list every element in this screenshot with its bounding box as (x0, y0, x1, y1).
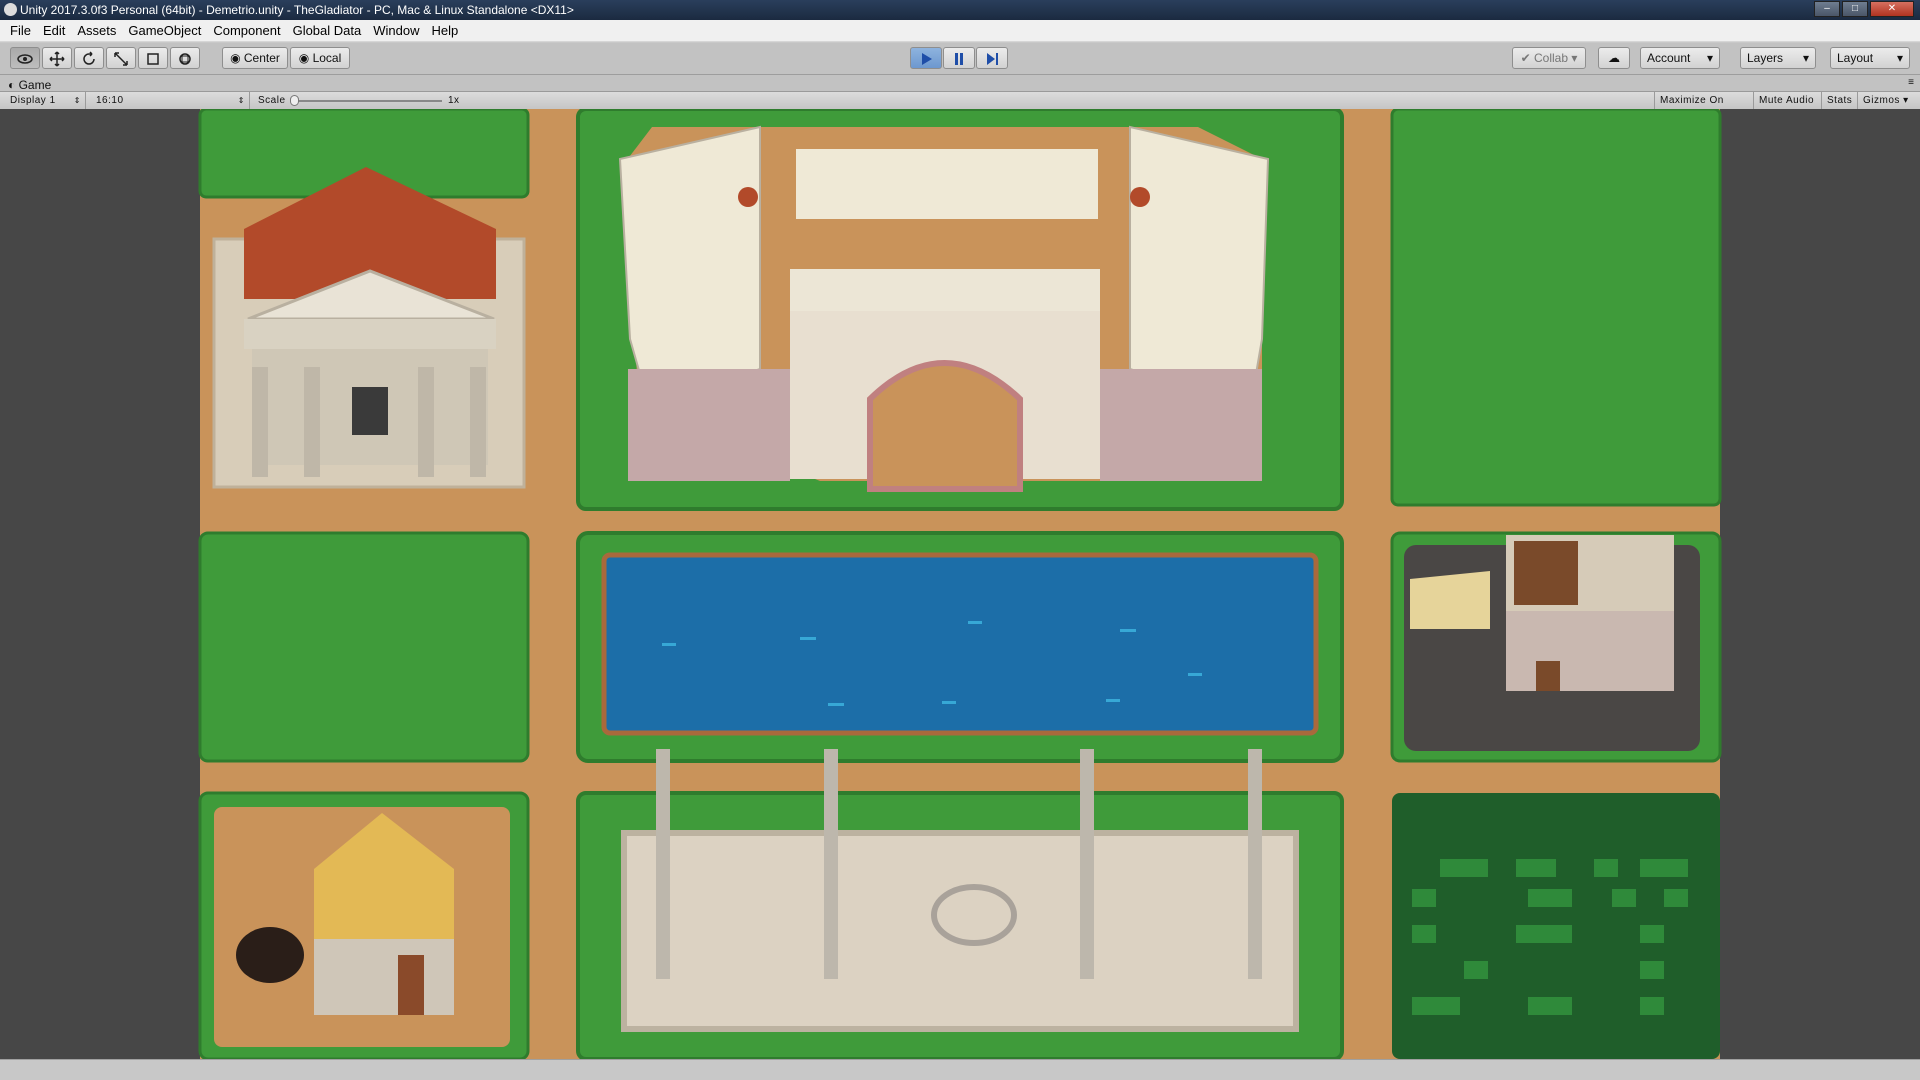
plaza-block (576, 749, 1344, 1061)
display-dropdown[interactable]: Display 1 ⇕ (4, 92, 86, 109)
pause-button[interactable] (943, 47, 975, 69)
menu-help[interactable]: Help (425, 23, 464, 38)
menu-bar: File Edit Assets GameObject Component Gl… (0, 20, 1920, 42)
pivot-icon: ◉ (230, 51, 244, 65)
scale-control: Scale 1x (252, 92, 462, 109)
main-toolbar: ◉ Center ◉ Local ✔ Collab ▾ ☁ Account ▾ L… (0, 43, 1920, 75)
mute-audio-toggle[interactable]: Mute Audio (1754, 92, 1822, 109)
layers-dropdown[interactable]: Layers ▾ (1740, 47, 1816, 69)
space-label: Local (312, 51, 342, 65)
account-dropdown[interactable]: Account ▾ (1640, 47, 1720, 69)
updown-icon: ⇕ (237, 96, 245, 105)
mute-label: Mute Audio (1759, 95, 1815, 106)
unity-logo-icon (4, 3, 17, 16)
layout-dropdown[interactable]: Layout ▾ (1830, 47, 1910, 69)
pivot-center-button[interactable]: ◉ Center (222, 47, 288, 69)
window-title: Unity 2017.3.0f3 Personal (64bit) - Deme… (20, 3, 574, 17)
chevron-down-icon: ▾ (1802, 51, 1809, 65)
eye-icon (17, 54, 33, 64)
scale-value: 1x (448, 95, 460, 106)
rect-tool-button[interactable] (138, 47, 168, 69)
collab-dropdown[interactable]: ✔ Collab ▾ (1512, 47, 1586, 69)
pivot-label: Center (243, 51, 280, 65)
scale-icon (114, 52, 128, 66)
colosseum-block (576, 107, 1344, 511)
pond-block (576, 531, 1344, 763)
game-view-controls: Display 1 ⇕ 16:10 ⇕ Scale 1x Maximize On P… (0, 91, 1920, 123)
minimize-button[interactable]: – (1814, 1, 1840, 17)
hand-tool-button[interactable] (10, 47, 40, 69)
panel-menu-icon[interactable]: ≡ (1908, 77, 1914, 88)
play-button[interactable] (910, 47, 942, 69)
layers-label: Layers (1747, 51, 1784, 65)
play-icon (922, 52, 932, 65)
maximize-on-play-toggle[interactable]: Maximize On Play (1654, 92, 1754, 123)
move-arrows-icon (49, 51, 65, 67)
game-tab-label: Game (18, 78, 52, 92)
transform-tool-button[interactable] (170, 47, 200, 69)
menu-window[interactable]: Window (367, 23, 425, 38)
hut-block (198, 791, 530, 1061)
rect-icon (147, 53, 159, 65)
game-tab-icon: ◐ (8, 78, 19, 92)
globe-icon: ◉ (298, 51, 313, 65)
game-view-header: ◐ Game ≡ Display 1 ⇕ 16:10 ⇕ Scale 1x Maxi… (0, 75, 1920, 123)
temple-block (198, 107, 530, 489)
scale-slider-track[interactable] (292, 100, 442, 102)
house-block (1390, 531, 1722, 763)
grass-block-top-right (1390, 107, 1722, 507)
pause-icon (955, 52, 963, 65)
game-scene (198, 107, 1722, 1061)
rotate-icon (83, 51, 95, 65)
menu-gameobject[interactable]: GameObject (122, 23, 207, 38)
space-local-button[interactable]: ◉ Local (290, 47, 350, 69)
layout-label: Layout (1837, 51, 1874, 65)
aspect-label: 16:10 (96, 95, 124, 106)
move-tool-button[interactable] (42, 47, 72, 69)
updown-icon: ⇕ (73, 96, 81, 105)
chevron-down-icon: ▾ (1896, 51, 1903, 65)
step-icon (987, 52, 998, 65)
account-label: Account (1647, 51, 1691, 65)
stats-label: Stats (1827, 95, 1853, 106)
close-button[interactable]: ✕ (1870, 1, 1914, 17)
transform-icon (179, 53, 191, 65)
window-titlebar: Unity 2017.3.0f3 Personal (64bit) - Deme… (0, 0, 1920, 20)
collab-label: Collab (1534, 51, 1569, 65)
grass-block-middle-left (198, 531, 530, 763)
scale-label: Scale (258, 95, 286, 106)
aspect-dropdown[interactable]: 16:10 ⇕ (90, 92, 250, 109)
status-bar (0, 1059, 1920, 1080)
stats-toggle[interactable]: Stats (1822, 92, 1858, 109)
scale-tool-button[interactable] (106, 47, 136, 69)
hedge-block (1392, 793, 1720, 1059)
menu-file[interactable]: File (4, 23, 37, 38)
maximize-button[interactable]: □ (1842, 1, 1868, 17)
menu-assets[interactable]: Assets (71, 23, 122, 38)
window-controls: – □ ✕ (1814, 1, 1914, 17)
gizmos-label: Gizmos (1863, 95, 1900, 106)
menu-edit[interactable]: Edit (37, 23, 71, 38)
rotate-tool-button[interactable] (74, 47, 104, 69)
gizmos-dropdown[interactable]: Gizmos ▾ (1858, 92, 1918, 109)
scale-slider-thumb[interactable] (290, 95, 299, 106)
game-viewport[interactable] (0, 107, 1920, 1061)
chevron-down-icon: ▾ (1706, 51, 1713, 65)
display-label: Display 1 (10, 95, 56, 106)
step-button[interactable] (976, 47, 1008, 69)
cloud-icon: ☁ (1608, 51, 1620, 65)
cloud-button[interactable]: ☁ (1598, 47, 1630, 69)
menu-global-data[interactable]: Global Data (287, 23, 368, 38)
check-icon: ✔ (1520, 51, 1534, 65)
menu-component[interactable]: Component (207, 23, 286, 38)
